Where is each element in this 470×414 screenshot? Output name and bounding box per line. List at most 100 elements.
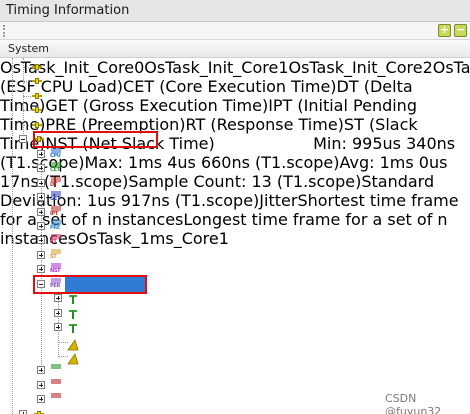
- expander-vertical-stroke: [58, 325, 59, 330]
- metric-icon-tag: PRE: [50, 224, 61, 231]
- tree-item-expander[interactable]: [37, 221, 45, 230]
- expand-all-button[interactable]: +: [438, 23, 451, 37]
- cet-metric-icon: CET: [50, 162, 62, 174]
- statistic-triangle-icon: [67, 350, 79, 365]
- plus-icon: +: [439, 23, 450, 36]
- metric-icon-tag: CPU: [50, 152, 61, 159]
- ipt-metric-icon: IPT: [50, 205, 62, 218]
- tree-item-task-label: OsTask_Init_Core2: [288, 58, 433, 77]
- expander-vertical-stroke: [41, 151, 42, 156]
- expander-vertical-stroke: [41, 195, 42, 200]
- expander-vertical-stroke: [41, 209, 42, 214]
- toolbar: + −: [0, 22, 470, 40]
- metric-icon: [50, 378, 62, 391]
- tree-item-expander[interactable]: [37, 178, 45, 187]
- column-header-system[interactable]: System: [0, 40, 470, 58]
- tree-item-expander[interactable]: [37, 366, 45, 375]
- task-icon-dot: [35, 107, 39, 114]
- timing-information-panel: Timing Information + − System OsTask_Ini…: [0, 0, 470, 414]
- task-icon: [32, 62, 42, 72]
- pre-metric-icon: PRE: [50, 219, 62, 232]
- expander-vertical-stroke: [41, 238, 42, 243]
- system-tree: OsTask_Init_Core0 OsTask_Init_Core1 OsTask…: [0, 58, 470, 414]
- statistic-triangle-icon: [67, 336, 79, 350]
- title-bar: Timing Information: [0, 0, 470, 22]
- tree-item-metric-label: RT (Response Time): [185, 115, 344, 134]
- metric-icon-tag: NST: [50, 268, 61, 275]
- tree-item-metric-label: PER (Period): [214, 134, 314, 153]
- expander-vertical-stroke: [41, 368, 42, 373]
- highlight-box-task: [33, 131, 158, 149]
- expander-vertical-stroke: [41, 382, 42, 387]
- tree-item-expander[interactable]: [37, 250, 45, 259]
- expander-vertical-stroke: [41, 180, 42, 185]
- tree-item-expander[interactable]: [54, 294, 62, 303]
- expander-vertical-stroke: [41, 267, 42, 272]
- rt-metric-icon: RT: [50, 234, 62, 246]
- expander-vertical-stroke: [41, 223, 42, 228]
- metric-icon-tag: DT: [50, 181, 57, 188]
- st-metric-icon: ST: [50, 248, 62, 261]
- tree-item-expander[interactable]: [54, 308, 62, 317]
- metric-icon-tag: GET: [50, 196, 61, 203]
- expander-vertical-stroke: [41, 252, 42, 257]
- task-icon: [32, 91, 42, 101]
- toolbar-grip-icon: [3, 25, 7, 37]
- window-title: Timing Information: [6, 3, 130, 18]
- tree-item-expander[interactable]: [37, 193, 45, 202]
- tree-item-task-label: OsTask_Init_Core1: [144, 58, 289, 77]
- statistic-icon-stem: [72, 296, 74, 305]
- tree-item-expander[interactable]: [37, 236, 45, 245]
- tree-item-expander[interactable]: [19, 409, 27, 414]
- metric-icon-tag: IPT: [50, 210, 59, 217]
- tree-item-metric-label: Jitter: [259, 191, 298, 210]
- tree-item-expander[interactable]: [37, 149, 45, 158]
- cpu-metric-icon: CPU: [50, 147, 62, 160]
- tree-item-task-label: OsTask_1ms_Core1: [76, 229, 229, 248]
- tree-item-task-label: OsTask_Init_Core0: [0, 58, 145, 77]
- collapse-all-button[interactable]: −: [454, 23, 467, 37]
- tree-item-expander[interactable]: [37, 265, 45, 274]
- metric-icon-tag: RT: [50, 239, 57, 246]
- highlight-box-period: [33, 274, 147, 294]
- tree-item-expander[interactable]: [19, 135, 27, 144]
- metric-icon-graph: [51, 364, 61, 370]
- nst-metric-icon: NST: [50, 263, 62, 275]
- metric-icon-graph: [51, 393, 61, 399]
- metric-icon-tag: CET: [50, 167, 60, 174]
- tree-item-statistic-label: Max: 1ms 4us 660ns (T1.scope): [84, 153, 340, 172]
- task-icon-dot: [35, 121, 39, 128]
- dt-metric-icon: DT: [50, 176, 62, 189]
- tree-item-statistic-label: Sample Count: 13 (T1.scope): [128, 172, 362, 191]
- metric-icon: [50, 364, 62, 376]
- column-header-label: System: [8, 42, 50, 55]
- watermark: CSDN @fuyun32: [385, 392, 442, 414]
- tree-item-metric-label: CET (Core Execution Time): [123, 77, 337, 96]
- task-icon: [32, 105, 42, 115]
- metric-icon: [50, 393, 62, 405]
- expander-vertical-stroke: [41, 166, 42, 171]
- tree-guide-line: [23, 58, 24, 138]
- expander-vertical-stroke: [41, 397, 42, 402]
- statistic-icon: [67, 293, 79, 305]
- minus-icon: −: [455, 23, 466, 36]
- expander-horizontal-stroke: [21, 139, 25, 141]
- task-icon: [32, 120, 42, 130]
- metric-icon-graph: [51, 378, 61, 384]
- tree-item-expander[interactable]: [37, 207, 45, 216]
- task-icon: [32, 76, 42, 86]
- tree-item-expander[interactable]: [37, 380, 45, 389]
- tree-item-expander[interactable]: [37, 164, 45, 173]
- metric-icon-tag: ST: [50, 253, 57, 260]
- statistic-icon-stem: [72, 325, 74, 334]
- tree-guide-line: [12, 58, 13, 414]
- expander-vertical-stroke: [58, 310, 59, 315]
- statistic-icon: [67, 308, 79, 320]
- statistic-icon: [67, 322, 79, 334]
- task-icon-dot: [35, 64, 39, 70]
- tree-item-metric-label: GET (Gross Execution Time): [45, 96, 269, 115]
- tree-item-expander[interactable]: [37, 395, 45, 404]
- task-icon-dot: [35, 78, 39, 85]
- expander-vertical-stroke: [58, 296, 59, 301]
- tree-item-expander[interactable]: [54, 323, 62, 332]
